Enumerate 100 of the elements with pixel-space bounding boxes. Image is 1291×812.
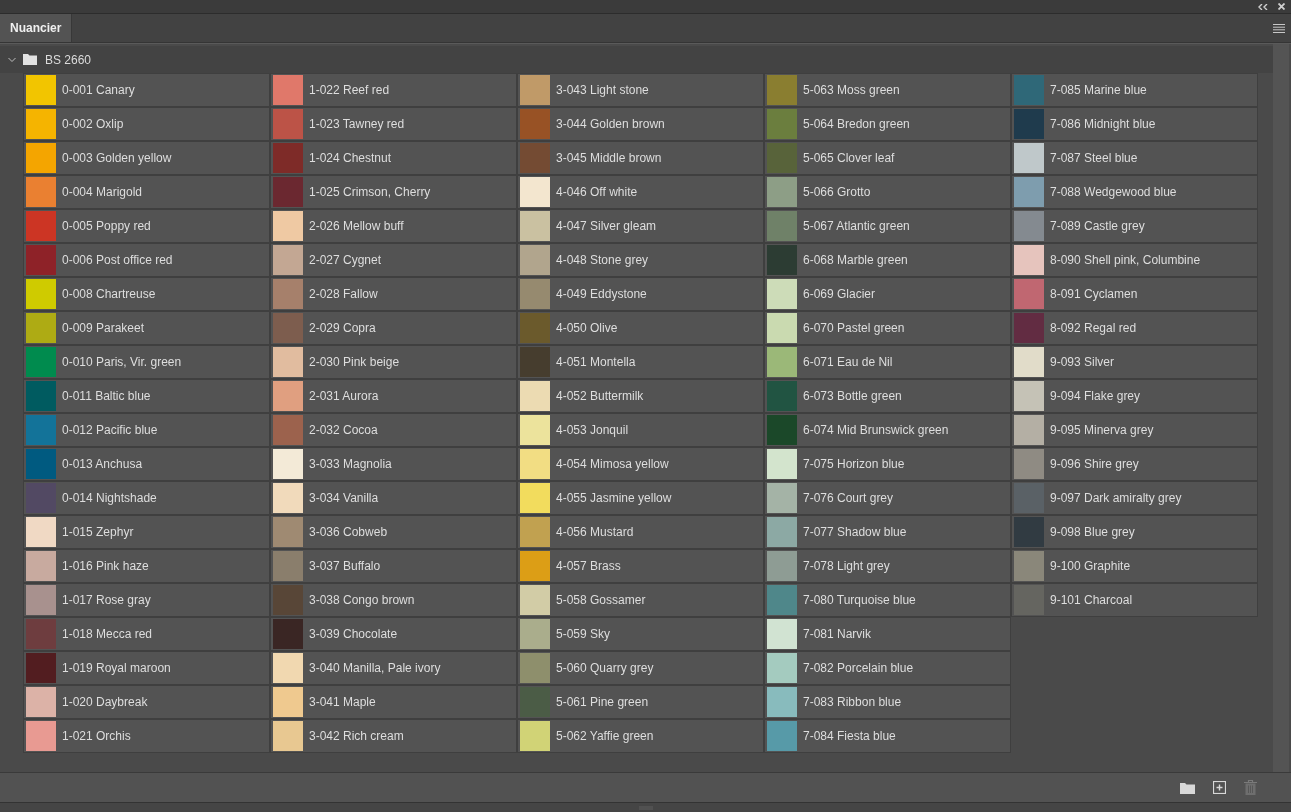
swatch-group-row[interactable]: BS 2660 (0, 46, 1273, 73)
collapse-icon[interactable] (1258, 3, 1268, 10)
swatch-item[interactable]: 0-009 Parakeet (23, 311, 270, 345)
swatch-item[interactable]: 7-089 Castle grey (1011, 209, 1258, 243)
swatch-item[interactable]: 0-005 Poppy red (23, 209, 270, 243)
swatch-item[interactable]: 9-098 Blue grey (1011, 515, 1258, 549)
swatch-item[interactable]: 7-085 Marine blue (1011, 73, 1258, 107)
swatch-item[interactable]: 7-082 Porcelain blue (764, 651, 1011, 685)
new-swatch-icon[interactable] (1213, 781, 1226, 794)
swatch-item[interactable]: 9-101 Charcoal (1011, 583, 1258, 617)
swatch-item[interactable]: 1-022 Reef red (270, 73, 517, 107)
menu-icon[interactable] (1273, 23, 1285, 33)
swatch-item[interactable]: 2-028 Fallow (270, 277, 517, 311)
panel-tab[interactable]: Nuancier (0, 14, 73, 42)
swatch-item[interactable]: 9-097 Dark amiralty grey (1011, 481, 1258, 515)
swatch-item[interactable]: 6-071 Eau de Nil (764, 345, 1011, 379)
swatch-item[interactable]: 7-086 Midnight blue (1011, 107, 1258, 141)
swatch-item[interactable]: 4-047 Silver gleam (517, 209, 764, 243)
swatch-item[interactable]: 1-020 Daybreak (23, 685, 270, 719)
swatch-item[interactable]: 7-084 Fiesta blue (764, 719, 1011, 753)
swatch-item[interactable]: 5-060 Quarry grey (517, 651, 764, 685)
swatch-item[interactable]: 1-023 Tawney red (270, 107, 517, 141)
swatch-item[interactable]: 1-016 Pink haze (23, 549, 270, 583)
swatch-item[interactable]: 4-055 Jasmine yellow (517, 481, 764, 515)
swatch-item[interactable]: 7-075 Horizon blue (764, 447, 1011, 481)
swatch-item[interactable]: 7-081 Narvik (764, 617, 1011, 651)
swatch-item[interactable]: 9-100 Graphite (1011, 549, 1258, 583)
swatch-item[interactable]: 0-006 Post office red (23, 243, 270, 277)
swatch-item[interactable]: 0-014 Nightshade (23, 481, 270, 515)
swatch-item[interactable]: 2-030 Pink beige (270, 345, 517, 379)
swatch-item[interactable]: 3-039 Chocolate (270, 617, 517, 651)
swatch-item[interactable]: 7-076 Court grey (764, 481, 1011, 515)
close-icon[interactable] (1278, 3, 1285, 10)
swatch-item[interactable]: 1-025 Crimson, Cherry (270, 175, 517, 209)
swatch-item[interactable]: 1-024 Chestnut (270, 141, 517, 175)
swatch-item[interactable]: 3-034 Vanilla (270, 481, 517, 515)
swatch-item[interactable]: 1-019 Royal maroon (23, 651, 270, 685)
swatch-item[interactable]: 9-094 Flake grey (1011, 379, 1258, 413)
swatch-item[interactable]: 4-050 Olive (517, 311, 764, 345)
swatch-item[interactable]: 0-010 Paris, Vir. green (23, 345, 270, 379)
swatch-item[interactable]: 4-049 Eddystone (517, 277, 764, 311)
swatch-item[interactable]: 4-051 Montella (517, 345, 764, 379)
swatch-item[interactable]: 3-044 Golden brown (517, 107, 764, 141)
swatch-item[interactable]: 3-045 Middle brown (517, 141, 764, 175)
swatch-item[interactable]: 4-052 Buttermilk (517, 379, 764, 413)
swatch-item[interactable]: 6-074 Mid Brunswick green (764, 413, 1011, 447)
swatch-item[interactable]: 5-061 Pine green (517, 685, 764, 719)
swatch-item[interactable]: 7-083 Ribbon blue (764, 685, 1011, 719)
swatch-item[interactable]: 3-040 Manilla, Pale ivory (270, 651, 517, 685)
swatch-item[interactable]: 0-001 Canary (23, 73, 270, 107)
swatch-item[interactable]: 3-036 Cobweb (270, 515, 517, 549)
swatch-item[interactable]: 2-032 Cocoa (270, 413, 517, 447)
swatch-item[interactable]: 5-066 Grotto (764, 175, 1011, 209)
swatch-item[interactable]: 7-080 Turquoise blue (764, 583, 1011, 617)
swatch-item[interactable]: 9-096 Shire grey (1011, 447, 1258, 481)
swatch-item[interactable]: 2-031 Aurora (270, 379, 517, 413)
scrollbar-track[interactable] (1273, 44, 1289, 772)
swatch-item[interactable]: 0-012 Pacific blue (23, 413, 270, 447)
swatch-item[interactable]: 5-062 Yaffie green (517, 719, 764, 753)
swatch-item[interactable]: 9-095 Minerva grey (1011, 413, 1258, 447)
chevron-down-icon[interactable] (8, 55, 16, 64)
swatch-item[interactable]: 9-093 Silver (1011, 345, 1258, 379)
swatch-item[interactable]: 0-003 Golden yellow (23, 141, 270, 175)
swatch-item[interactable]: 7-077 Shadow blue (764, 515, 1011, 549)
swatch-item[interactable]: 2-026 Mellow buff (270, 209, 517, 243)
swatch-item[interactable]: 7-078 Light grey (764, 549, 1011, 583)
swatch-item[interactable]: 5-063 Moss green (764, 73, 1011, 107)
swatch-item[interactable]: 5-065 Clover leaf (764, 141, 1011, 175)
swatch-item[interactable]: 0-004 Marigold (23, 175, 270, 209)
swatch-item[interactable]: 3-043 Light stone (517, 73, 764, 107)
swatch-item[interactable]: 6-069 Glacier (764, 277, 1011, 311)
swatch-item[interactable]: 4-048 Stone grey (517, 243, 764, 277)
swatch-item[interactable]: 3-041 Maple (270, 685, 517, 719)
swatch-item[interactable]: 5-064 Bredon green (764, 107, 1011, 141)
swatch-item[interactable]: 1-015 Zephyr (23, 515, 270, 549)
swatch-item[interactable]: 0-013 Anchusa (23, 447, 270, 481)
swatch-item[interactable]: 3-037 Buffalo (270, 549, 517, 583)
swatch-item[interactable]: 1-018 Mecca red (23, 617, 270, 651)
swatch-item[interactable]: 6-068 Marble green (764, 243, 1011, 277)
swatch-item[interactable]: 5-058 Gossamer (517, 583, 764, 617)
swatch-item[interactable]: 7-087 Steel blue (1011, 141, 1258, 175)
swatch-item[interactable]: 8-092 Regal red (1011, 311, 1258, 345)
swatch-item[interactable]: 1-021 Orchis (23, 719, 270, 753)
swatch-item[interactable]: 5-067 Atlantic green (764, 209, 1011, 243)
swatch-item[interactable]: 4-046 Off white (517, 175, 764, 209)
swatch-item[interactable]: 2-029 Copra (270, 311, 517, 345)
swatch-item[interactable]: 3-033 Magnolia (270, 447, 517, 481)
swatch-item[interactable]: 0-011 Baltic blue (23, 379, 270, 413)
swatch-item[interactable]: 6-073 Bottle green (764, 379, 1011, 413)
swatch-item[interactable]: 8-091 Cyclamen (1011, 277, 1258, 311)
swatch-item[interactable]: 1-017 Rose gray (23, 583, 270, 617)
swatch-item[interactable]: 7-088 Wedgewood blue (1011, 175, 1258, 209)
swatch-item[interactable]: 8-090 Shell pink, Columbine (1011, 243, 1258, 277)
folder-icon[interactable] (1180, 781, 1195, 794)
swatch-item[interactable]: 4-057 Brass (517, 549, 764, 583)
swatch-item[interactable]: 3-038 Congo brown (270, 583, 517, 617)
swatch-item[interactable]: 4-054 Mimosa yellow (517, 447, 764, 481)
swatch-item[interactable]: 3-042 Rich cream (270, 719, 517, 753)
swatch-item[interactable]: 2-027 Cygnet (270, 243, 517, 277)
swatch-item[interactable]: 0-008 Chartreuse (23, 277, 270, 311)
